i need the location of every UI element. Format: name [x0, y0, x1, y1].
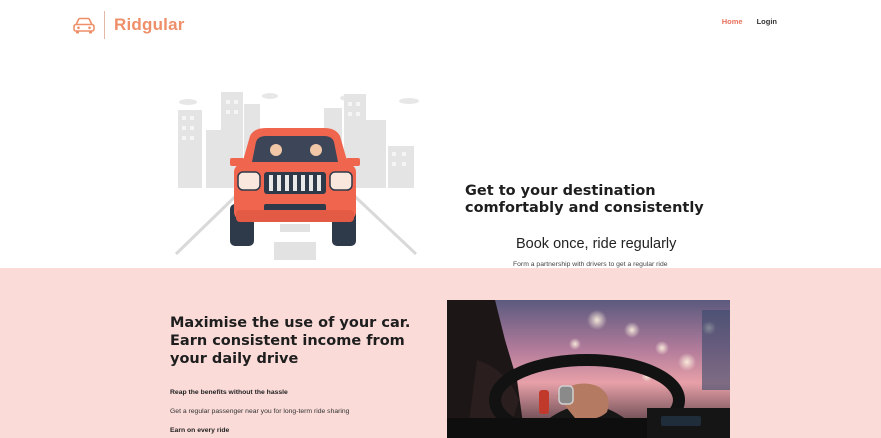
- hero-caption: Form a partnership with drivers to get a…: [513, 261, 668, 268]
- car-outline-icon: [72, 13, 96, 37]
- nav-login-link[interactable]: Login: [757, 17, 777, 26]
- benefit-heading: Reap the benefits without the hassle: [170, 389, 288, 396]
- benefit-text: Get a regular passenger near you for lon…: [170, 408, 350, 415]
- red-suv-city-illustration: [166, 86, 424, 262]
- brand-logo[interactable]: Ridgular: [72, 11, 185, 39]
- hero-title: Get to your destination comfortably and …: [465, 183, 704, 216]
- main-nav: Home Login: [722, 17, 777, 26]
- drivers-title: Maximise the use of your car. Earn consi…: [170, 315, 411, 367]
- site-header: Ridgular Home Login: [0, 0, 881, 46]
- hero-section: Get to your destination comfortably and …: [0, 46, 881, 268]
- hero-subtitle: Book once, ride regularly: [516, 236, 677, 252]
- nav-home-link[interactable]: Home: [722, 17, 743, 26]
- driver-hands-on-steering-wheel-photo: [447, 300, 730, 438]
- brand-name[interactable]: Ridgular: [114, 15, 185, 35]
- drivers-section: Maximise the use of your car. Earn consi…: [0, 268, 881, 438]
- logo-divider: [104, 11, 105, 39]
- benefit-heading: Earn on every ride: [170, 427, 230, 434]
